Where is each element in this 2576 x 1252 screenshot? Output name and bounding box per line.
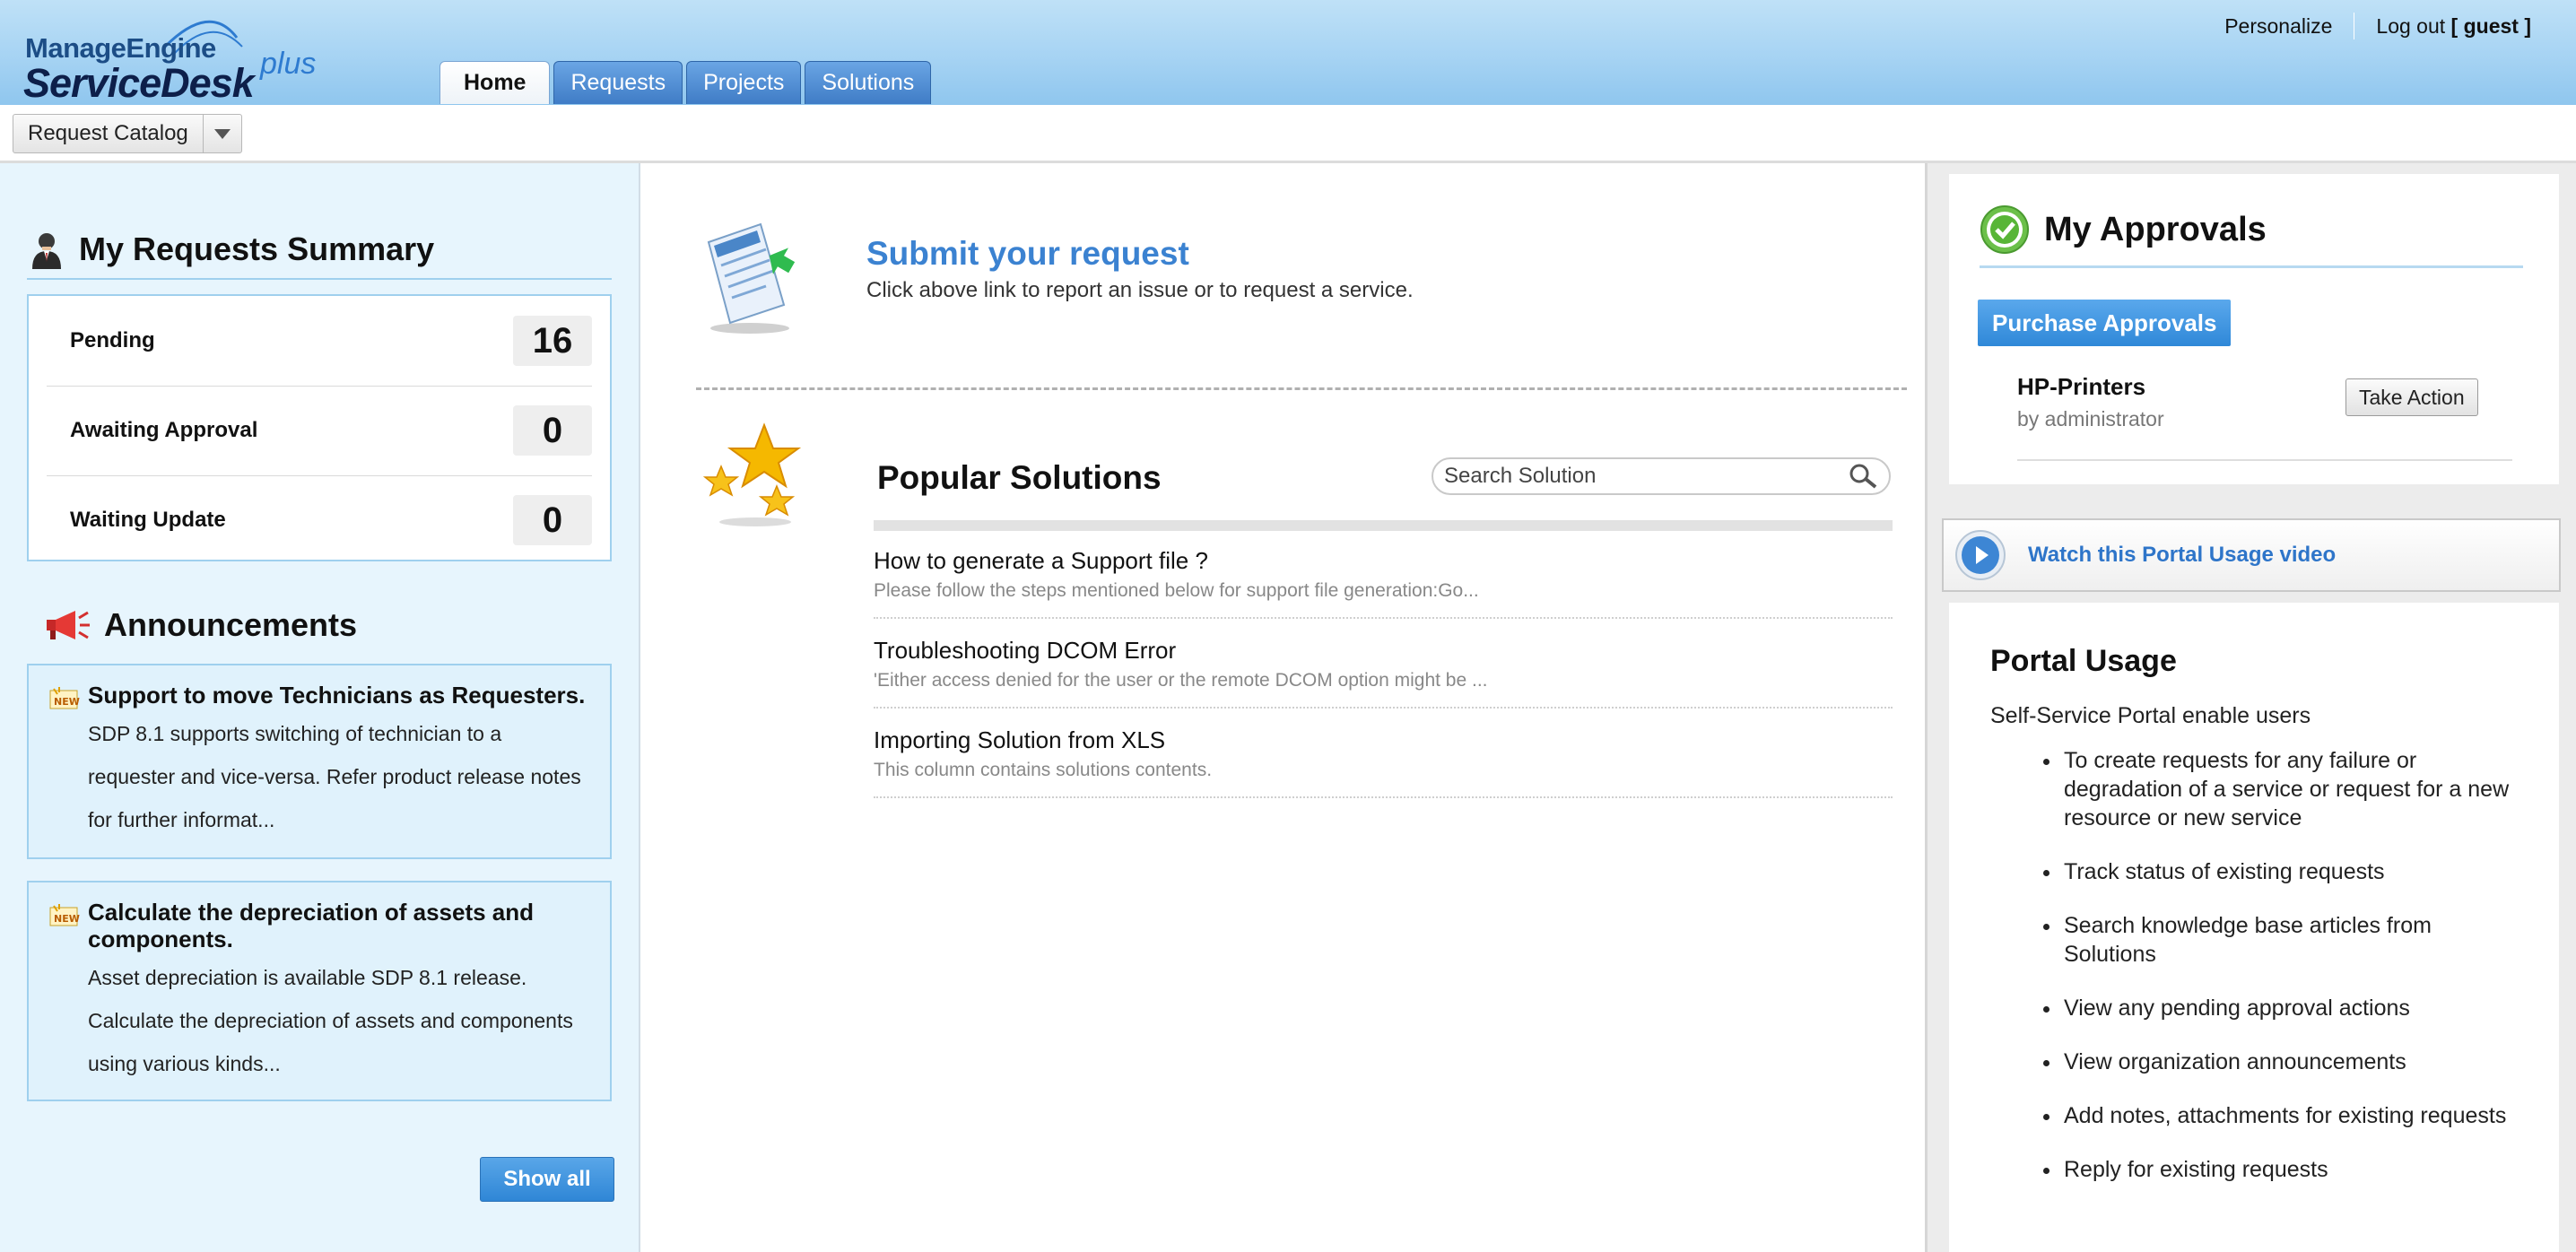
announcement-title[interactable]: Support to move Technicians as Requester… <box>88 682 592 709</box>
announcement-text: Asset depreciation is available SDP 8.1 … <box>88 966 573 1075</box>
servicedesk-logo[interactable]: ManageEngine ServiceDesk plus <box>23 11 319 106</box>
left-panel: My Requests Summary Pending 16 Awaiting … <box>0 163 640 1252</box>
main-tabs: Home Requests Projects Solutions <box>439 61 932 106</box>
summary-label: Awaiting Approval <box>70 418 258 442</box>
section-divider <box>696 387 1907 390</box>
search-placeholder[interactable]: Search Solution <box>1444 464 1848 489</box>
list-item: Search knowledge base articles from Solu… <box>2062 911 2528 969</box>
list-item: Add notes, attachments for existing requ… <box>2062 1101 2528 1130</box>
list-item: View organization announcements <box>2062 1048 2528 1076</box>
right-panel: My Approvals Purchase Approvals HP-Print… <box>1925 163 2576 1252</box>
tab-home[interactable]: Home <box>439 61 551 104</box>
logout-link[interactable]: Log out <box>2376 14 2445 39</box>
checkmark-icon <box>1980 205 2029 254</box>
approval-item-author: by administrator <box>2017 407 2164 430</box>
solution-title[interactable]: How to generate a Support file ? <box>874 547 1893 575</box>
solution-title[interactable]: Troubleshooting DCOM Error <box>874 637 1893 665</box>
app-header: ManageEngine ServiceDesk plus Home Reque… <box>0 0 2576 106</box>
sub-toolbar: Request Catalog <box>0 105 2576 163</box>
my-approvals-header: My Approvals <box>1980 204 2523 268</box>
personalize-link[interactable]: Personalize <box>2224 14 2332 39</box>
requests-summary-title: My Requests Summary <box>79 230 435 267</box>
announcement-card[interactable]: NEW Calculate the depreciation of assets… <box>27 881 612 1101</box>
portal-usage-box: Portal Usage Self-Service Portal enable … <box>1949 603 2559 1252</box>
announcement-text: SDP 8.1 supports switching of technician… <box>88 722 581 831</box>
announcements-header: Announcements <box>43 606 357 644</box>
summary-row-pending[interactable]: Pending 16 <box>47 296 592 387</box>
requests-summary-box: Pending 16 Awaiting Approval 0 Waiting U… <box>27 294 612 561</box>
announcement-title[interactable]: Calculate the depreciation of assets and… <box>88 899 592 952</box>
submit-request-link[interactable]: Submit your request <box>866 235 1189 273</box>
new-badge-icon: NEW <box>49 904 80 926</box>
list-item: Reply for existing requests <box>2062 1155 2528 1184</box>
show-all-button[interactable]: Show all <box>480 1157 614 1202</box>
main-content: Submit your request Click above link to … <box>640 163 1925 1252</box>
solution-desc: This column contains solutions contents. <box>874 760 1213 780</box>
list-item: To create requests for any failure or de… <box>2062 746 2528 832</box>
star-icon <box>702 422 802 526</box>
summary-row-awaiting-approval[interactable]: Awaiting Approval 0 <box>47 386 592 476</box>
portal-usage-title: Portal Usage <box>1990 644 2177 678</box>
announcement-card[interactable]: NEW Support to move Technicians as Reque… <box>27 664 612 859</box>
chevron-down-icon[interactable] <box>204 115 241 152</box>
tab-solutions[interactable]: Solutions <box>805 61 932 104</box>
list-item: View any pending approval actions <box>2062 994 2528 1022</box>
solution-item[interactable]: Troubleshooting DCOM Error 'Either acces… <box>874 621 1893 709</box>
my-approvals-box: My Approvals Purchase Approvals HP-Print… <box>1949 174 2559 484</box>
new-badge-icon: NEW <box>49 687 80 709</box>
solutions-header-bar <box>874 520 1893 531</box>
search-icon[interactable] <box>1848 463 1878 490</box>
tab-projects[interactable]: Projects <box>686 61 802 104</box>
summary-count[interactable]: 0 <box>513 495 592 545</box>
submit-request-description: Click above link to report an issue or t… <box>866 278 1414 302</box>
play-icon[interactable] <box>1954 529 2006 581</box>
summary-label: Pending <box>70 328 155 352</box>
summary-label: Waiting Update <box>70 508 226 532</box>
current-user: [ guest ] <box>2450 13 2531 38</box>
purchase-approvals-button[interactable]: Purchase Approvals <box>1978 300 2232 346</box>
list-item: Track status of existing requests <box>2062 857 2528 886</box>
approval-item-name: HP-Printers <box>2017 373 2146 400</box>
solution-search-field[interactable]: Search Solution <box>1432 457 1891 495</box>
summary-count[interactable]: 0 <box>513 405 592 456</box>
solution-desc: Please follow the steps mentioned below … <box>874 580 1479 601</box>
submit-request-icon[interactable] <box>694 219 820 335</box>
solution-title[interactable]: Importing Solution from XLS <box>874 726 1893 754</box>
my-approvals-title: My Approvals <box>2044 210 2267 248</box>
logo-suffix: plus <box>260 47 317 81</box>
portal-usage-description: Self-Service Portal enable users <box>1990 703 2311 728</box>
summary-row-waiting-update[interactable]: Waiting Update 0 <box>47 475 592 565</box>
request-catalog-label[interactable]: Request Catalog <box>13 115 204 152</box>
solution-desc: 'Either access denied for the user or th… <box>874 670 1488 691</box>
video-label[interactable]: Watch this Portal Usage video <box>2028 543 2336 568</box>
approval-divider <box>2017 459 2512 461</box>
solution-item[interactable]: How to generate a Support file ? Please … <box>874 531 1893 619</box>
svg-text:NEW: NEW <box>54 913 80 925</box>
summary-count[interactable]: 16 <box>513 316 592 366</box>
portal-video-link[interactable]: Watch this Portal Usage video <box>1942 518 2561 592</box>
request-catalog-dropdown[interactable]: Request Catalog <box>13 114 242 153</box>
user-icon <box>32 233 61 269</box>
solution-item[interactable]: Importing Solution from XLS This column … <box>874 710 1893 798</box>
logo-line2: ServiceDesk <box>23 60 255 106</box>
popular-solutions-title: Popular Solutions <box>877 459 1162 496</box>
portal-usage-list: To create requests for any failure or de… <box>1990 746 2528 1209</box>
tab-requests[interactable]: Requests <box>553 61 683 104</box>
megaphone-icon <box>47 611 90 639</box>
take-action-button[interactable]: Take Action <box>2345 378 2478 416</box>
announcements-title: Announcements <box>104 606 358 643</box>
top-links: Personalize Log out [ guest ] <box>2224 13 2531 39</box>
svg-text:NEW: NEW <box>54 696 80 708</box>
requests-summary-header: My Requests Summary <box>27 230 612 280</box>
